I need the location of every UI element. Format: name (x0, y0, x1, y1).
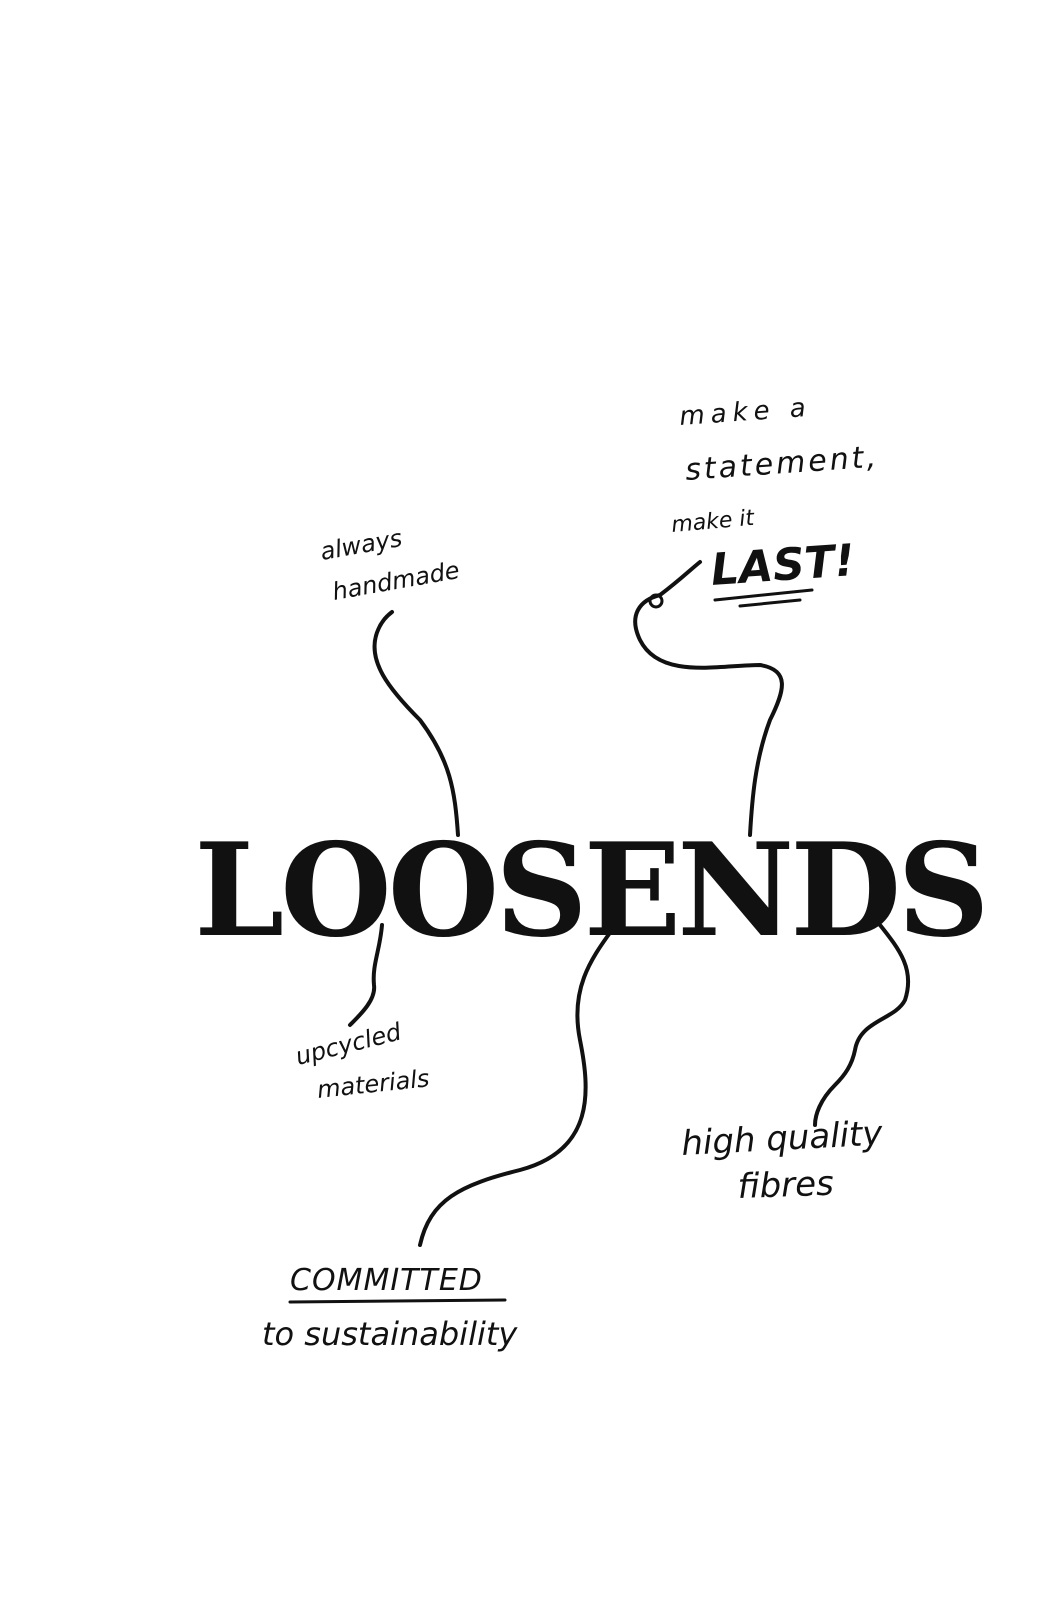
brand-wordmark: LOOSENDS (194, 816, 985, 966)
note-quality: high quality fibres (680, 1113, 884, 1207)
note-upcycled-line2: materials (316, 1064, 431, 1104)
note-quality-line2: fibres (737, 1164, 834, 1207)
note-statement-emphasis: LAST! (709, 535, 856, 596)
note-quality-line1: high quality (680, 1113, 884, 1164)
last-underline-2 (738, 598, 802, 608)
drip-line-committed (418, 928, 614, 1247)
note-statement-line3: make it (670, 506, 756, 538)
note-statement: make a statement, make it LAST! (670, 393, 880, 608)
note-handmade: always handmade (318, 524, 461, 606)
note-committed-line1: COMMITTED (290, 1263, 483, 1298)
note-committed-line2: to sustainability (262, 1315, 518, 1353)
note-committed: COMMITTED to sustainability (262, 1263, 518, 1353)
note-statement-line2: statement, (684, 440, 880, 488)
drip-line-handmade (372, 610, 460, 837)
illustration-canvas: LOOSENDS always handmade make a statemen… (194, 393, 989, 1353)
note-handmade-line1: always (318, 524, 404, 566)
note-handmade-line2: handmade (330, 556, 461, 606)
note-upcycled: upcycled materials (293, 1017, 431, 1104)
committed-underline (288, 1298, 507, 1304)
note-statement-line1: make a (678, 393, 812, 432)
